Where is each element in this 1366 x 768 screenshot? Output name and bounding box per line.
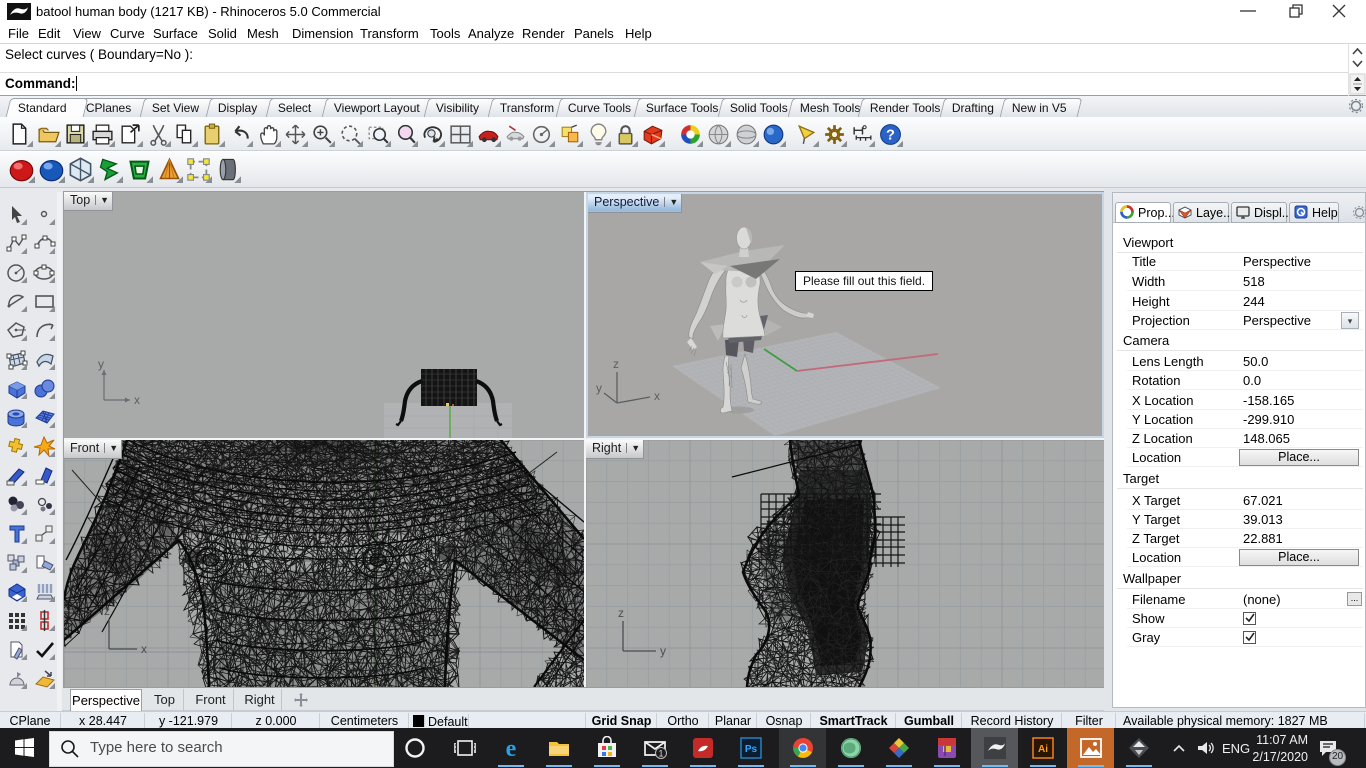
svg-text:z: z <box>613 357 619 371</box>
svg-text:Ps: Ps <box>745 744 758 755</box>
svg-text:x: x <box>141 642 147 656</box>
svg-text:y: y <box>596 381 602 395</box>
svg-text:x: x <box>654 389 660 403</box>
svg-text:y: y <box>660 644 666 658</box>
svg-text:z: z <box>104 604 110 618</box>
svg-text:y: y <box>98 357 104 371</box>
svg-text:e: e <box>506 736 517 760</box>
svg-text:?: ? <box>886 128 895 144</box>
svg-text:1: 1 <box>658 749 663 759</box>
svg-text:Ai: Ai <box>1038 744 1048 755</box>
svg-text:z: z <box>618 606 624 620</box>
svg-text:x: x <box>134 393 140 407</box>
